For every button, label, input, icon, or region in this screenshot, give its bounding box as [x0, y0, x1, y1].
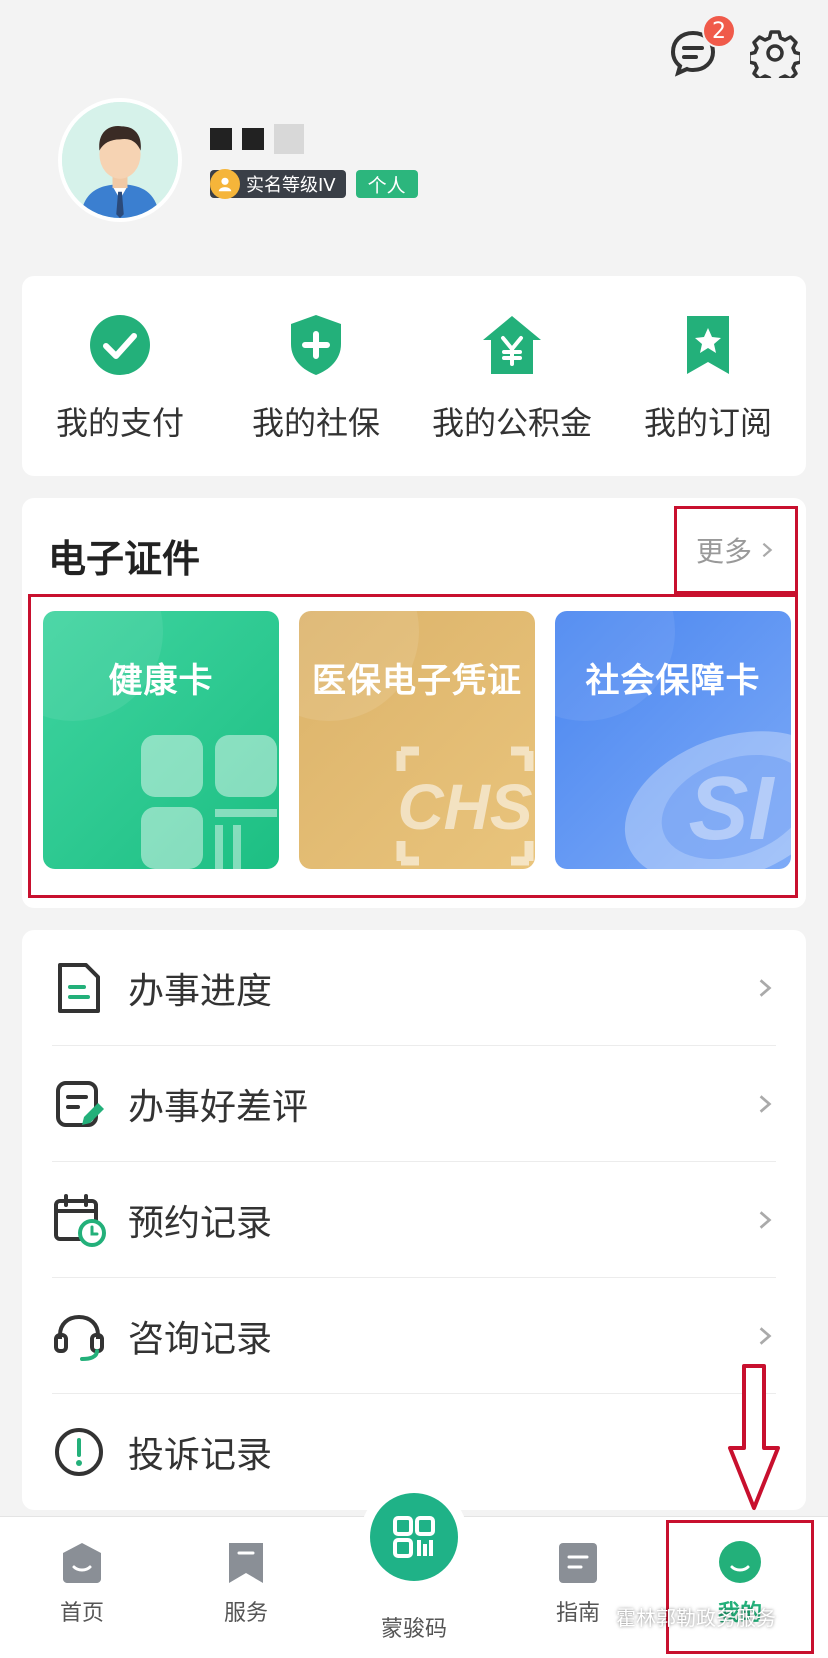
social-security-card-label: 社会保障卡	[585, 661, 761, 701]
account-type-tag: 个人	[355, 170, 418, 198]
list-item-appointments[interactable]: 预约记录	[52, 1162, 776, 1278]
message-count-badge: 2	[702, 14, 736, 48]
headset-icon	[54, 1314, 104, 1361]
quick-action-label: 我的订阅	[643, 404, 772, 442]
quick-action-label: 我的支付	[55, 404, 184, 442]
grid-watermark-icon	[43, 611, 277, 869]
list-item-label: 办事进度	[128, 970, 273, 1012]
calendar-clock-icon	[54, 1193, 106, 1247]
more-certificates-link[interactable]: 更多	[674, 506, 798, 594]
verification-level-label: 实名等级IV	[246, 175, 336, 196]
e-certificates-title: 电子证件	[48, 537, 201, 581]
tab-label: 首页	[59, 1601, 104, 1626]
quick-action-payment[interactable]: 我的支付	[22, 276, 218, 476]
e-certificates-card: 电子证件 更多 健康卡 CHS 医保电子凭证 SI 社会保障卡	[22, 498, 806, 908]
list-item-label: 咨询记录	[128, 1318, 273, 1360]
quick-actions-card: 我的支付 我的社保 我的公积金 我的订阅	[22, 276, 806, 476]
medical-insurance-card-label: 医保电子凭证	[312, 661, 522, 701]
user-name-masked: ■ ■ ▒	[210, 122, 418, 156]
list-item-review[interactable]: 办事好差评	[52, 1046, 776, 1162]
health-card[interactable]: 健康卡	[43, 611, 279, 869]
tab-qr-code[interactable]	[360, 1483, 468, 1591]
qr-code-icon	[393, 1516, 435, 1558]
social-security-card[interactable]: SI 社会保障卡	[555, 611, 791, 869]
tab-service[interactable]: 服务	[186, 1539, 306, 1627]
quick-action-subscription[interactable]: 我的订阅	[610, 276, 806, 476]
settings-button[interactable]	[747, 28, 803, 86]
review-edit-icon	[56, 1080, 104, 1127]
svg-text:SI: SI	[688, 759, 775, 859]
gear-icon	[747, 30, 803, 86]
list-item-label: 办事好差评	[128, 1086, 309, 1128]
guide-icon	[559, 1543, 597, 1583]
user-avatar-icon	[62, 102, 178, 218]
list-item-consultations[interactable]: 咨询记录	[52, 1278, 776, 1394]
alert-circle-icon	[55, 1428, 103, 1476]
arrow-down-annotation-icon	[728, 1364, 780, 1510]
more-label: 更多	[695, 535, 752, 568]
tab-label: 指南	[555, 1601, 600, 1626]
quick-action-label: 我的公积金	[431, 404, 592, 442]
tab-label: 服务	[223, 1601, 268, 1626]
records-list: 办事进度 办事好差评 预约记录 咨询记录 投诉记录	[22, 930, 806, 1510]
chevron-right-icon	[759, 1210, 772, 1229]
quick-action-housing-fund[interactable]: 我的公积金	[414, 276, 610, 476]
list-item-label: 投诉记录	[128, 1435, 273, 1476]
bookmark-star-icon	[687, 316, 729, 374]
bookmark-icon	[229, 1543, 263, 1583]
list-item-progress[interactable]: 办事进度	[52, 930, 776, 1046]
profile-header[interactable]: ■ ■ ▒ 实名等级IV 个人	[58, 98, 418, 222]
svg-text:CHS: CHS	[397, 771, 532, 843]
home-icon	[63, 1543, 101, 1583]
si-watermark-icon: SI	[555, 611, 791, 869]
avatar[interactable]	[58, 98, 182, 222]
check-circle-icon	[90, 315, 150, 375]
chs-watermark-icon: CHS	[299, 611, 534, 866]
tab-home[interactable]: 首页	[22, 1539, 142, 1627]
tab-qr-label: 蒙骏码	[380, 1617, 447, 1642]
chevron-right-icon	[762, 542, 773, 558]
user-badge-icon	[210, 169, 240, 199]
chevron-right-icon	[759, 978, 772, 997]
certificate-cards-row: 健康卡 CHS 医保电子凭证 SI 社会保障卡	[28, 594, 798, 898]
quick-action-social-security[interactable]: 我的社保	[218, 276, 414, 476]
medical-insurance-card[interactable]: CHS 医保电子凭证	[299, 611, 535, 869]
folder-icon	[58, 962, 100, 1013]
top-actions: 2	[668, 14, 803, 86]
house-yen-icon	[483, 316, 541, 374]
shield-plus-icon	[291, 315, 341, 375]
health-card-label: 健康卡	[108, 661, 214, 701]
chevron-right-icon	[759, 1094, 772, 1113]
tab-mine-highlight-box	[666, 1520, 814, 1654]
quick-action-label: 我的社保	[251, 404, 380, 442]
chevron-right-icon	[759, 1326, 772, 1345]
list-item-label: 预约记录	[128, 1202, 273, 1244]
messages-button[interactable]: 2	[668, 14, 736, 78]
watermark-text: 霍林郭勒政务服务	[616, 1606, 776, 1630]
verification-level-tag[interactable]: 实名等级IV	[210, 169, 346, 199]
